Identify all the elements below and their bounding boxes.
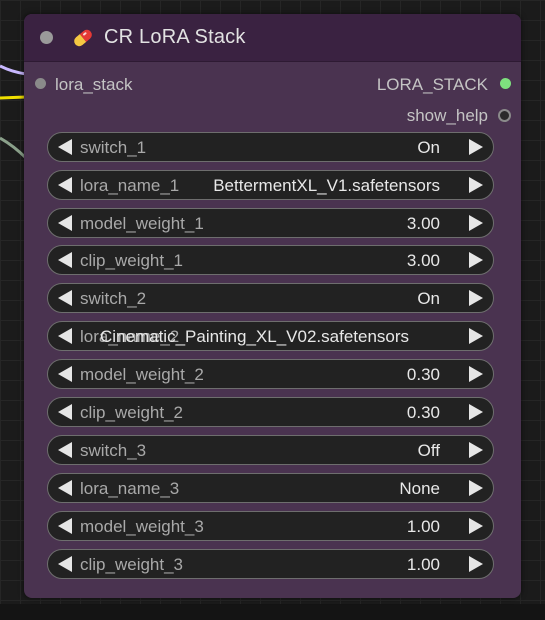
widget-label: switch_1 [80,138,147,157]
widget-clip-weight-2[interactable]: clip_weight_2 0.30 [47,397,494,427]
link-wire-lavender [0,64,27,76]
increment-arrow-icon[interactable] [469,366,483,382]
increment-arrow-icon[interactable] [469,442,483,458]
decrement-arrow-icon[interactable] [58,139,72,155]
widget-value: 3.00 [406,251,440,270]
widget-value: On [417,289,440,308]
widget-switch-1[interactable]: switch_1 On [47,132,494,162]
decrement-arrow-icon[interactable] [58,290,72,306]
widget-model-weight-1[interactable]: model_weight_1 3.00 [47,208,494,238]
decrement-arrow-icon[interactable] [58,252,72,268]
widget-lora-name-2[interactable]: lora_name_2 Cinematic_Painting_XL_V02.sa… [47,321,494,351]
decrement-arrow-icon[interactable] [58,442,72,458]
decrement-arrow-icon[interactable] [58,328,72,344]
widget-label: model_weight_3 [80,517,204,536]
node-title: CR LoRA Stack [104,26,246,48]
widget-label: lora_name_1 [80,176,180,195]
decrement-arrow-icon[interactable] [58,215,72,231]
decrement-arrow-icon[interactable] [58,480,72,496]
input-slot-lora-stack[interactable] [35,78,46,89]
widget-label: clip_weight_2 [80,403,184,422]
widget-model-weight-3[interactable]: model_weight_3 1.00 [47,511,494,541]
pill-icon [74,29,92,46]
widget-lora-name-1[interactable]: lora_name_1 BettermentXL_V1.safetensors [47,170,494,200]
widget-value: 0.30 [406,403,440,422]
output-slot-show-help[interactable] [498,109,511,122]
widget-switch-2[interactable]: switch_2 On [47,283,494,313]
increment-arrow-icon[interactable] [469,556,483,572]
decrement-arrow-icon[interactable] [58,404,72,420]
link-wire-gray [0,136,28,160]
widget-switch-3[interactable]: switch_3 Off [47,435,494,465]
widget-clip-weight-1[interactable]: clip_weight_1 3.00 [47,245,494,275]
widget-label: switch_2 [80,289,147,308]
widget-label: clip_weight_1 [80,251,184,270]
widget-label: lora_name_3 [80,479,180,498]
widget-value: 3.00 [406,214,440,233]
widget-label: switch_3 [80,441,147,460]
widget-clip-weight-3[interactable]: clip_weight_3 1.00 [47,549,494,579]
widget-value: On [417,138,440,157]
widget-value: Off [417,441,440,460]
increment-arrow-icon[interactable] [469,328,483,344]
decrement-arrow-icon[interactable] [58,556,72,572]
input-label-lora-stack: lora_stack [55,75,133,94]
increment-arrow-icon[interactable] [469,215,483,231]
lora-stack-node[interactable]: CR LoRA Stack lora_stack LORA_STACK show… [24,14,521,598]
decrement-arrow-icon[interactable] [58,366,72,382]
decrement-arrow-icon[interactable] [58,177,72,193]
widget-label: model_weight_1 [80,214,204,233]
collapse-toggle[interactable] [40,31,53,44]
widget-value: 0.30 [406,365,440,384]
widget-model-weight-2[interactable]: model_weight_2 0.30 [47,359,494,389]
increment-arrow-icon[interactable] [469,290,483,306]
widget-value: Cinematic_Painting_XL_V02.safetensors [100,327,410,346]
widget-value: 1.00 [406,517,440,536]
widget-label: model_weight_2 [80,365,204,384]
widget-lora-name-3[interactable]: lora_name_3 None [47,473,494,503]
output-label-lora-stack: LORA_STACK [376,75,488,94]
increment-arrow-icon[interactable] [469,139,483,155]
increment-arrow-icon[interactable] [469,480,483,496]
output-label-show-help: show_help [406,106,488,125]
increment-arrow-icon[interactable] [469,404,483,420]
increment-arrow-icon[interactable] [469,177,483,193]
widget-value: None [399,479,440,498]
input-row-lora-stack: lora_stack LORA_STACK [24,73,521,95]
decrement-arrow-icon[interactable] [58,518,72,534]
widget-label: clip_weight_3 [80,555,184,574]
canvas-bottom-band [0,604,545,620]
node-titlebar[interactable]: CR LoRA Stack [24,14,521,62]
increment-arrow-icon[interactable] [469,252,483,268]
output-slot-lora-stack[interactable] [500,78,511,89]
output-row-show-help: show_help [24,104,521,126]
widget-value: 1.00 [406,555,440,574]
widget-value: BettermentXL_V1.safetensors [213,176,440,195]
link-wire-yellow [0,95,27,100]
increment-arrow-icon[interactable] [469,518,483,534]
